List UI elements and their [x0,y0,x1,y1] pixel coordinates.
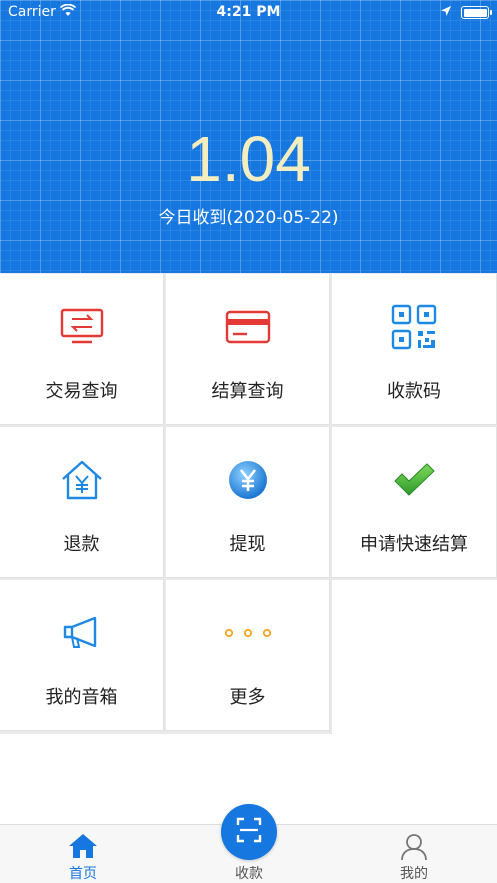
menu-item-refund[interactable]: 退款 [0,427,164,578]
tab-collect-label: 收款 [235,866,263,882]
clock-time: 4:21 PM [216,4,281,20]
menu-item-payment-code[interactable]: 收款码 [332,274,497,425]
menu-item-label: 交易查询 [45,381,118,402]
menu-item-fast-settlement[interactable]: 申请快速结算 [332,427,497,578]
today-amount: 1.04 [186,123,311,195]
qrcode-icon [332,304,496,350]
refund-house-icon [0,457,163,503]
card-icon [166,304,329,350]
menu-item-settlement-query[interactable]: 结算查询 [166,274,330,425]
menu-item-my-speaker[interactable]: 我的音箱 [0,580,164,731]
summary-header: Carrier 4:21 PM 1.04 今日收到(2020-05-22) [0,0,497,273]
user-icon [331,833,497,861]
battery-icon [461,6,492,19]
menu-item-label: 收款码 [387,381,441,402]
status-bar: Carrier 4:21 PM [0,0,497,26]
more-dots-icon [166,610,329,656]
menu-item-label: 申请快速结算 [360,534,468,555]
menu-item-label: 结算查询 [211,381,284,402]
location-arrow-icon [440,5,452,21]
scan-collect-button[interactable] [221,804,277,860]
scan-icon [236,817,262,847]
menu-item-label: 我的音箱 [45,687,118,708]
menu-item-label: 提现 [229,534,266,555]
menu-item-label: 退款 [63,534,100,555]
tab-mine-label: 我的 [400,866,428,882]
checkmark-icon [332,457,496,503]
home-icon [0,833,166,859]
menu-item-withdraw[interactable]: 提现 [166,427,330,578]
empty-cell [332,580,497,824]
menu-item-more[interactable]: 更多 [166,580,330,731]
today-amount-caption: 今日收到(2020-05-22) [158,208,339,228]
tab-mine[interactable]: 我的 [331,825,497,883]
menu-item-transaction-query[interactable]: 交易查询 [0,274,164,425]
content-blank-area [0,734,332,824]
yen-coin-icon [166,457,329,503]
menu-item-label: 更多 [229,687,266,708]
tab-home-label: 首页 [69,866,97,882]
transaction-icon [0,304,163,350]
megaphone-icon [0,610,163,656]
tab-home[interactable]: 首页 [0,825,166,883]
